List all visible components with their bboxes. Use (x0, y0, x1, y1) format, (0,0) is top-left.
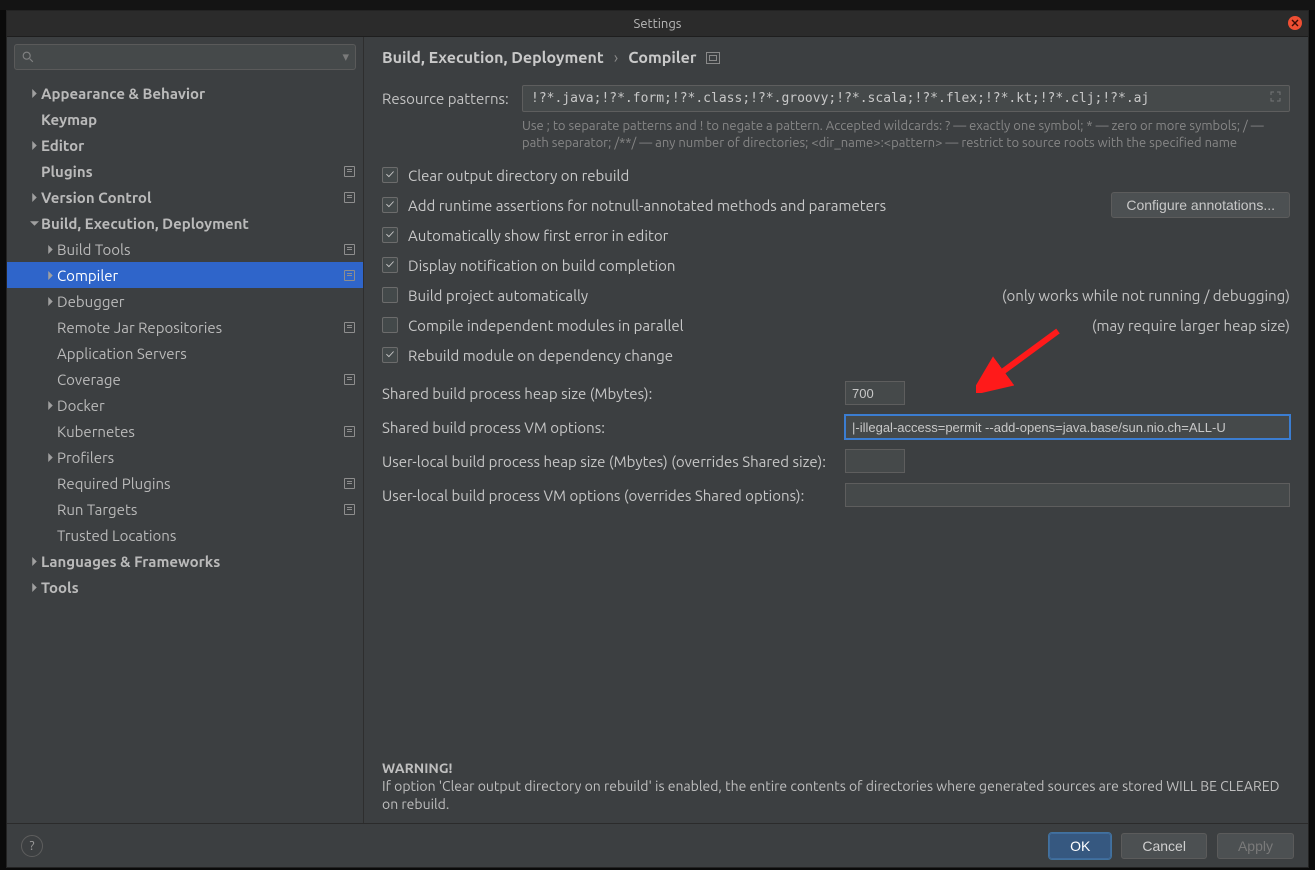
field-input-3[interactable] (845, 483, 1290, 507)
checkbox[interactable] (382, 347, 398, 363)
field-input-2[interactable] (845, 449, 905, 473)
field-label: User-local build process VM options (ove… (382, 487, 845, 504)
chevron-right-icon (27, 557, 41, 566)
chevron-right-icon (43, 245, 57, 254)
field-label: Shared build process heap size (Mbytes): (382, 385, 845, 402)
checkbox-label: Display notification on build completion (408, 257, 675, 274)
sidebar-item-remote-jar-repositories[interactable]: Remote Jar Repositories (7, 314, 363, 340)
breadcrumb-parent[interactable]: Build, Execution, Deployment (382, 49, 604, 67)
settings-tree: Appearance & BehaviorKeymapEditorPlugins… (7, 76, 363, 823)
warning-body: If option 'Clear output directory on reb… (382, 777, 1290, 813)
sidebar-item-kubernetes[interactable]: Kubernetes (7, 418, 363, 444)
help-button[interactable]: ? (21, 835, 43, 857)
sidebar-item-application-servers[interactable]: Application Servers (7, 340, 363, 366)
project-scope-icon (344, 478, 355, 489)
project-scope-icon (706, 52, 720, 64)
resource-patterns-label: Resource patterns: (382, 90, 522, 107)
apply-button[interactable]: Apply (1217, 833, 1294, 859)
chevron-right-icon (27, 583, 41, 592)
sidebar-item-version-control[interactable]: Version Control (7, 184, 363, 210)
chevron-right-icon (43, 453, 57, 462)
search-input[interactable]: ▾ (14, 44, 356, 70)
sidebar-item-editor[interactable]: Editor (7, 132, 363, 158)
checkbox-note: (may require larger heap size) (1092, 317, 1290, 334)
close-icon[interactable] (1288, 16, 1302, 30)
checkbox[interactable] (382, 197, 398, 213)
breadcrumb: Build, Execution, Deployment › Compiler (382, 49, 1290, 67)
checkbox[interactable] (382, 287, 398, 303)
titlebar: Settings (7, 11, 1308, 37)
checkbox-label: Build project automatically (408, 287, 588, 304)
project-scope-icon (344, 374, 355, 385)
sidebar-item-tools[interactable]: Tools (7, 574, 363, 600)
project-scope-icon (344, 426, 355, 437)
chevron-right-icon (43, 401, 57, 410)
sidebar-item-languages-frameworks[interactable]: Languages & Frameworks (7, 548, 363, 574)
sidebar-item-build-tools[interactable]: Build Tools (7, 236, 363, 262)
configure-annotations-button[interactable]: Configure annotations... (1111, 192, 1290, 218)
field-label: User-local build process heap size (Mbyt… (382, 453, 845, 470)
chevron-right-icon (27, 89, 41, 98)
checkbox-label: Automatically show first error in editor (408, 227, 668, 244)
expand-icon[interactable] (1270, 91, 1281, 106)
checkbox[interactable] (382, 257, 398, 273)
resource-patterns-hint: Use ; to separate patterns and ! to nega… (522, 118, 1290, 152)
chevron-right-icon (27, 193, 41, 202)
window-title: Settings (634, 17, 682, 31)
sidebar-item-debugger[interactable]: Debugger (7, 288, 363, 314)
resource-patterns-input[interactable]: !?*.java;!?*.form;!?*.class;!?*.groovy;!… (522, 85, 1290, 112)
sidebar-item-profilers[interactable]: Profilers (7, 444, 363, 470)
sidebar-item-compiler[interactable]: Compiler (7, 262, 363, 288)
checkbox[interactable] (382, 317, 398, 333)
breadcrumb-current: Compiler (628, 49, 696, 67)
sidebar-item-appearance-behavior[interactable]: Appearance & Behavior (7, 80, 363, 106)
checkbox-label: Add runtime assertions for notnull-annot… (408, 197, 886, 214)
checkbox-label: Compile independent modules in parallel (408, 317, 684, 334)
chevron-right-icon (43, 271, 57, 280)
cancel-button[interactable]: Cancel (1121, 833, 1207, 859)
project-scope-icon (344, 166, 355, 177)
field-label: Shared build process VM options: (382, 419, 845, 436)
sidebar-item-docker[interactable]: Docker (7, 392, 363, 418)
sidebar-item-keymap[interactable]: Keymap (7, 106, 363, 132)
checkbox[interactable] (382, 227, 398, 243)
checkbox-note: (only works while not running / debuggin… (1002, 287, 1290, 304)
search-icon (21, 50, 35, 64)
chevron-right-icon (43, 297, 57, 306)
warning-heading: WARNING! (382, 759, 1290, 777)
chevron-right-icon (27, 141, 41, 150)
sidebar-item-build-execution-deployment[interactable]: Build, Execution, Deployment (7, 210, 363, 236)
sidebar-item-trusted-locations[interactable]: Trusted Locations (7, 522, 363, 548)
field-input-1[interactable] (845, 415, 1290, 439)
project-scope-icon (344, 192, 355, 203)
ok-button[interactable]: OK (1049, 833, 1111, 859)
project-scope-icon (344, 504, 355, 515)
project-scope-icon (344, 270, 355, 281)
checkbox-label: Rebuild module on dependency change (408, 347, 673, 364)
chevron-down-icon (27, 219, 41, 228)
sidebar-item-run-targets[interactable]: Run Targets (7, 496, 363, 522)
checkbox-label: Clear output directory on rebuild (408, 167, 629, 184)
project-scope-icon (344, 244, 355, 255)
sidebar-item-required-plugins[interactable]: Required Plugins (7, 470, 363, 496)
sidebar-item-plugins[interactable]: Plugins (7, 158, 363, 184)
project-scope-icon (344, 322, 355, 333)
checkbox[interactable] (382, 167, 398, 183)
sidebar-item-coverage[interactable]: Coverage (7, 366, 363, 392)
field-input-0[interactable] (845, 381, 905, 405)
